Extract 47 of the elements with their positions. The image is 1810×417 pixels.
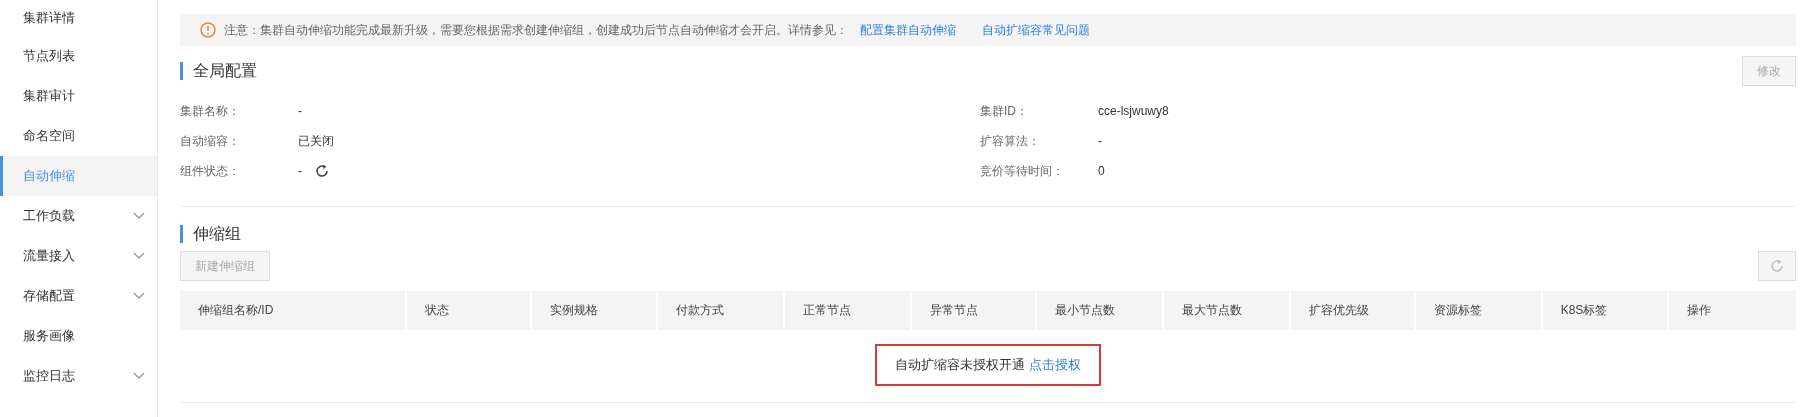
field-value: - [298,104,302,118]
column-header: 最大节点数 [1163,291,1291,330]
sidebar-item[interactable]: 集群详情 [0,0,157,36]
field-value: - [298,164,302,178]
column-header: K8S标签 [1542,291,1670,330]
field-label: 自动缩容： [180,132,241,150]
column-header: 正常节点 [785,291,913,330]
column-header: 状态 [406,291,532,330]
column-header: 最小节点数 [1037,291,1164,330]
sidebar-item[interactable]: 存储配置 [0,276,157,316]
sidebar-item[interactable]: 集群审计 [0,76,157,116]
section-title: 伸缩组 [180,225,1796,243]
field-label: 竞价等待时间： [980,162,1065,180]
column-header: 资源标签 [1415,291,1543,330]
notice-text: 注意：集群自动伸缩功能完成最新升级，需要您根据需求创建伸缩组，创建成功后节点自动伸缩才会开启。详情参见： [224,21,848,39]
chevron-down-icon [133,372,145,380]
field-value: - [1098,134,1102,148]
field-value: cce-lsjwuwy8 [1098,104,1169,118]
column-header: 异常节点 [912,291,1038,330]
sidebar-item[interactable]: 服务画像 [0,316,157,356]
help-link[interactable]: 自动扩缩容常见问题 [982,21,1090,39]
field-label: 组件状态： [180,162,241,180]
chevron-down-icon [133,252,145,260]
help-link[interactable]: 配置集群自动伸缩 [860,21,956,39]
section-title: 全局配置 [180,62,257,80]
sidebar-item[interactable]: 命名空间 [0,116,157,156]
field-label: 集群名称： [180,102,241,120]
empty-text: 自动扩缩容未授权开通 [895,356,1025,374]
authorize-link[interactable]: 点击授权 [1029,356,1081,374]
chevron-down-icon [133,292,145,300]
sidebar-item[interactable]: 节点列表 [0,36,157,76]
warning-icon [200,22,216,38]
field-label: 扩容算法： [980,132,1041,150]
refresh-icon[interactable] [314,163,330,179]
column-header: 付款方式 [658,291,786,330]
column-header: 扩容优先级 [1290,291,1416,330]
sidebar-item[interactable]: 工作负载 [0,196,157,236]
refresh-icon [1769,258,1785,274]
field-label: 集群ID： [980,102,1029,120]
sidebar-item[interactable]: 流量接入 [0,236,157,276]
sidebar-item[interactable]: 监控日志 [0,356,157,396]
field-value: 已关闭 [298,132,334,150]
chevron-down-icon [133,212,145,220]
column-header: 操作 [1686,302,1713,319]
column-header: 伸缩组名称/ID [180,291,407,330]
column-header: 实例规格 [531,291,659,330]
field-value: 0 [1098,164,1105,178]
